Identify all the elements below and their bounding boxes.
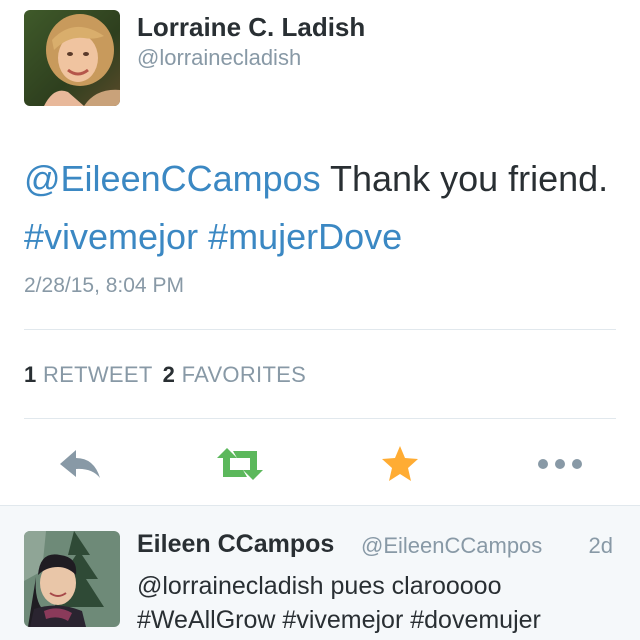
tweet-space xyxy=(198,216,208,257)
author-name[interactable]: Lorraine C. Ladish xyxy=(137,12,365,43)
reply-button[interactable] xyxy=(52,440,108,488)
reply-tweet[interactable]: Eileen CCampos @EileenCCampos 2d @lorrai… xyxy=(0,505,640,640)
retweet-label: RETWEET xyxy=(42,362,153,387)
author-handle[interactable]: @lorrainecladish xyxy=(137,45,301,71)
divider xyxy=(24,418,616,419)
retweet-button[interactable] xyxy=(212,440,268,488)
hashtag-link[interactable]: #mujerDove xyxy=(208,216,402,257)
mention-link[interactable]: @EileenCCampos xyxy=(24,158,321,199)
author-avatar[interactable] xyxy=(24,10,120,106)
divider xyxy=(24,329,616,330)
reply-text-line: @lorrainecladish pues clarooooo xyxy=(137,572,502,600)
retweet-count: 1 xyxy=(24,362,37,387)
favorite-label: FAVORITES xyxy=(181,362,307,387)
reply-text: @lorrainecladish pues clarooooo #WeAllGr… xyxy=(137,569,627,637)
tweet-timestamp: 2/28/15, 8:04 PM xyxy=(24,274,184,297)
tweet-text: @EileenCCampos Thank you friend. #viveme… xyxy=(24,150,624,266)
main-tweet: Lorraine C. Ladish @lorrainecladish @Eil… xyxy=(0,0,640,505)
tweet-stats: 1 RETWEET 2 FAVORITES xyxy=(24,362,316,388)
retweet-stat[interactable]: 1 RETWEET xyxy=(24,362,163,387)
more-dots-icon xyxy=(538,459,582,469)
tweet-body-text: Thank you friend. xyxy=(320,158,609,199)
favorite-count: 2 xyxy=(162,362,176,387)
hashtag-link[interactable]: #vivemejor xyxy=(24,216,198,257)
favorite-button[interactable] xyxy=(372,440,428,488)
reply-author-handle[interactable]: @EileenCCampos xyxy=(361,533,542,559)
favorite-stat[interactable]: 2 FAVORITES xyxy=(163,362,317,387)
reply-arrow-icon xyxy=(60,450,100,478)
tweet-actions xyxy=(0,440,640,488)
reply-author-name[interactable]: Eileen CCampos xyxy=(137,530,334,559)
more-button[interactable] xyxy=(532,440,588,488)
reply-author-avatar[interactable] xyxy=(24,531,120,627)
reply-text-line: #WeAllGrow #vivemejor #dovemujer xyxy=(137,606,541,634)
reply-time: 2d xyxy=(588,533,613,558)
star-icon xyxy=(382,446,418,481)
retweet-icon xyxy=(217,448,263,480)
